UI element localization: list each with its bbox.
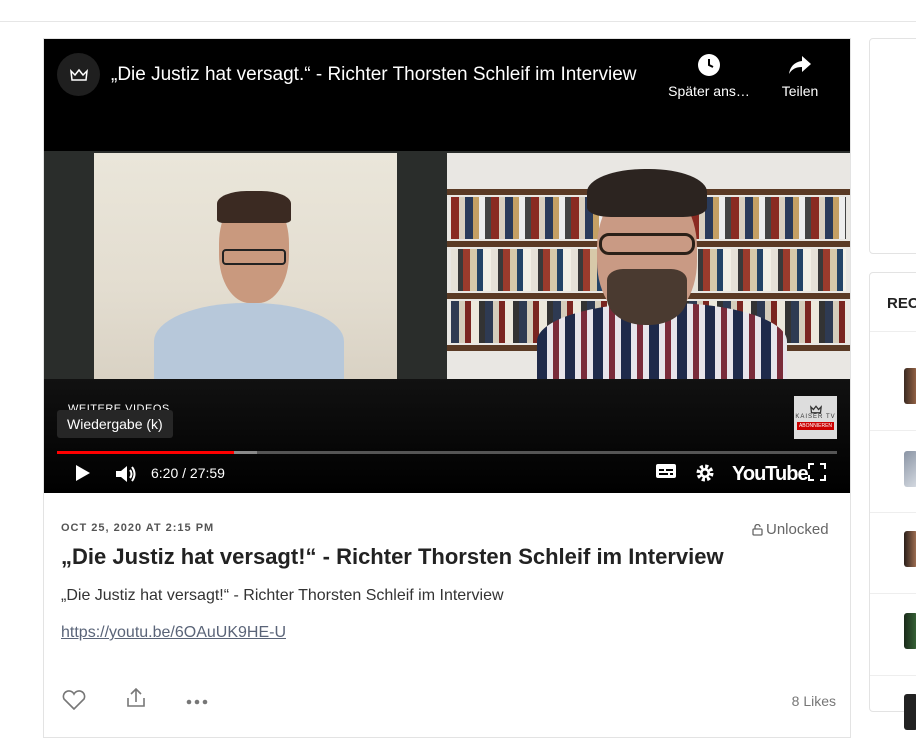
post-link[interactable]: https://youtu.be/6OAuUK9HE-U: [61, 624, 286, 642]
crown-icon: [809, 405, 822, 414]
branding-text: KAISER TV: [795, 414, 836, 420]
post-title[interactable]: „Die Justiz hat versagt!“ - Richter Thor…: [61, 544, 724, 570]
left-person-shirt: [154, 303, 344, 383]
video-right-participant: [447, 153, 850, 383]
sidebar-divider: [870, 331, 916, 332]
share-icon: [127, 687, 145, 707]
right-person-hair: [587, 169, 707, 217]
unlocked-label: Unlocked: [766, 521, 829, 538]
more-icon: [186, 699, 208, 705]
player-controls: WEITERE VIDEOS Wiedergabe (k) KAISER TV …: [44, 379, 850, 493]
sidebar-thumbnail[interactable]: [904, 531, 916, 567]
video-title[interactable]: „Die Justiz hat versagt.“ - Richter Thor…: [111, 64, 637, 86]
sidebar-divider: [870, 430, 916, 431]
left-person-hair: [217, 191, 291, 223]
share-button[interactable]: Teilen: [766, 53, 834, 99]
sidebar-divider: [870, 593, 916, 594]
sidebar-heading: REC: [887, 295, 916, 312]
unlock-icon: [752, 523, 763, 536]
subtitles-icon: [656, 464, 676, 478]
gear-icon: [696, 464, 714, 482]
clock-icon: [698, 54, 720, 76]
more-options-button[interactable]: [185, 692, 209, 708]
player-header: „Die Justiz hat versagt.“ - Richter Thor…: [44, 39, 850, 151]
sidebar-thumbnail[interactable]: [904, 694, 916, 730]
volume-icon: [116, 466, 136, 482]
watch-later-label: Später ans…: [668, 83, 750, 99]
like-button[interactable]: [61, 690, 87, 713]
sidebar-thumbnail[interactable]: [904, 451, 916, 487]
share-post-button[interactable]: [125, 687, 147, 711]
branding-subscribe: ABONNIEREN: [796, 422, 835, 430]
unlocked-badge: Unlocked: [752, 521, 829, 538]
time-display: 6:20 / 27:59: [151, 465, 225, 481]
crown-icon: [69, 68, 88, 81]
post-actions: 8 Likes: [61, 687, 836, 711]
sidebar-card: [869, 38, 916, 254]
subtitles-button[interactable]: [655, 463, 677, 479]
fullscreen-icon: [808, 463, 826, 481]
likes-count[interactable]: 8 Likes: [792, 693, 836, 709]
left-person-glasses: [222, 249, 286, 265]
mute-button[interactable]: [114, 463, 138, 485]
watch-later-button[interactable]: Später ans…: [664, 53, 754, 99]
post-description: „Die Justiz hat versagt!“ - Richter Thor…: [61, 587, 504, 604]
channel-branding-watermark[interactable]: KAISER TV ABONNIEREN: [794, 396, 837, 439]
sidebar-thumbnail[interactable]: [904, 613, 916, 649]
top-bar: [0, 0, 916, 22]
settings-button[interactable]: [695, 463, 715, 483]
video-left-participant: [94, 153, 397, 383]
sidebar-divider: [870, 512, 916, 513]
right-person-beard: [607, 269, 687, 325]
progress-played: [57, 451, 235, 454]
share-arrow-icon: [789, 56, 811, 74]
play-button[interactable]: [74, 463, 92, 483]
share-label: Teilen: [781, 83, 819, 99]
channel-avatar[interactable]: [57, 53, 100, 96]
video-player[interactable]: „Die Justiz hat versagt.“ - Richter Thor…: [44, 39, 850, 493]
heart-icon: [62, 690, 86, 711]
sidebar-thumbnail[interactable]: [904, 368, 916, 404]
post-date: OCT 25, 2020 AT 2:15 PM: [61, 522, 215, 534]
fullscreen-button[interactable]: [808, 463, 826, 481]
play-icon: [76, 465, 90, 481]
youtube-logo[interactable]: YouTube: [732, 463, 809, 486]
video-frame[interactable]: [44, 151, 850, 383]
sidebar-divider: [870, 675, 916, 676]
progress-bar[interactable]: [57, 451, 837, 454]
right-person-glasses: [599, 233, 695, 255]
play-tooltip: Wiedergabe (k): [57, 410, 173, 438]
